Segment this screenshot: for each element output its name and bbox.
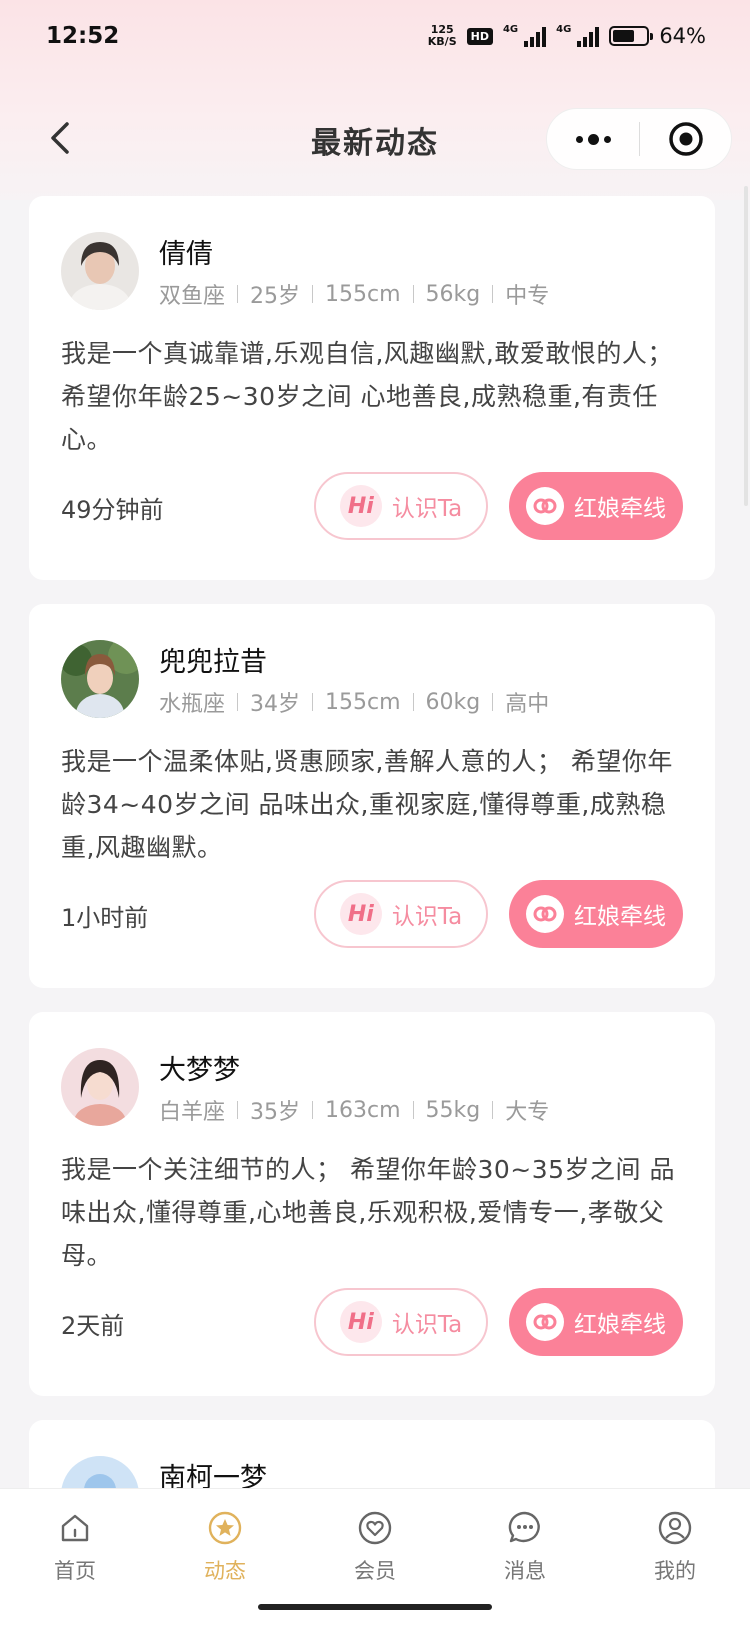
- network-type-2: 4G: [556, 24, 572, 35]
- tab-profile[interactable]: 我的: [620, 1509, 730, 1585]
- weight: 55kg: [425, 1097, 481, 1123]
- network-speed: 125 KB/S: [427, 23, 457, 48]
- weight: 60kg: [425, 689, 481, 715]
- post-card[interactable]: 兜兜拉昔 水瓶座 34岁 155cm 60kg 高中 我是一个温柔体贴,贤惠顾家…: [29, 604, 715, 988]
- tab-label: 动态: [204, 1559, 246, 1583]
- education: 大专: [505, 1100, 550, 1125]
- user-name[interactable]: 大梦梦: [159, 1048, 240, 1087]
- home-indicator[interactable]: [258, 1604, 492, 1610]
- meet-button[interactable]: Hi 认识Ta: [314, 1288, 488, 1356]
- feed-list: 倩倩 双鱼座 25岁 155cm 56kg 中专 我是一个真诚靠谱,乐观自信,风…: [29, 196, 715, 1625]
- meet-button[interactable]: Hi 认识Ta: [314, 472, 488, 540]
- nav-bar: 最新动态: [0, 100, 750, 180]
- hi-icon: Hi: [339, 1301, 382, 1343]
- education: 中专: [505, 284, 550, 309]
- post-time: 2天前: [61, 1312, 125, 1340]
- more-dot-icon: [575, 135, 583, 143]
- hd-badge: HD: [466, 27, 493, 45]
- tab-feed[interactable]: 动态: [170, 1509, 280, 1585]
- tab-label: 首页: [54, 1559, 96, 1583]
- meet-button-label: 认识Ta: [391, 1312, 463, 1338]
- hi-icon: Hi: [339, 485, 382, 527]
- tab-messages[interactable]: 消息: [470, 1509, 580, 1585]
- matchmaker-button[interactable]: 红娘牵线: [509, 880, 683, 948]
- meet-button-label: 认识Ta: [391, 904, 463, 930]
- more-button[interactable]: [547, 133, 639, 145]
- post-card[interactable]: 大梦梦 白羊座 35岁 163cm 55kg 大专 我是一个关注细节的人； 希望…: [29, 1012, 715, 1396]
- tab-home[interactable]: 首页: [20, 1509, 130, 1585]
- chat-bubble-icon: [506, 1509, 544, 1547]
- post-time: 1小时前: [61, 904, 149, 932]
- post-bio: 我是一个关注细节的人； 希望你年龄30~35岁之间 品味出众,懂得尊重,心地善良…: [61, 1155, 675, 1270]
- matchmaker-button-label: 红娘牵线: [574, 904, 666, 930]
- user-name[interactable]: 倩倩: [159, 232, 213, 271]
- close-button[interactable]: [640, 121, 731, 157]
- user-profile-icon: [656, 1509, 694, 1547]
- mini-program-capsule: [546, 108, 732, 170]
- avatar[interactable]: [61, 232, 139, 310]
- height: 155cm: [325, 281, 401, 307]
- home-icon: [56, 1509, 94, 1547]
- user-meta: 双鱼座 25岁 155cm 56kg 中专: [159, 278, 549, 310]
- member-heart-icon: [356, 1509, 394, 1547]
- meet-button-label: 认识Ta: [391, 496, 463, 522]
- user-meta: 水瓶座 34岁 155cm 60kg 高中: [159, 686, 549, 718]
- link-rings-icon: [526, 487, 564, 525]
- tab-label: 消息: [504, 1559, 546, 1583]
- scrollbar[interactable]: [744, 186, 748, 506]
- zodiac: 水瓶座: [159, 692, 226, 717]
- network-type-1: 4G: [502, 24, 519, 35]
- matchmaker-button-label: 红娘牵线: [574, 1312, 666, 1338]
- more-dot-icon: [603, 135, 611, 143]
- height: 163cm: [325, 1097, 401, 1123]
- status-bar: 12:52 125 KB/S HD 4G 4G 64%: [0, 0, 750, 72]
- tab-label: 会员: [354, 1559, 396, 1583]
- age: 25岁: [250, 284, 301, 309]
- post-time: 49分钟前: [61, 496, 164, 524]
- matchmaker-button-label: 红娘牵线: [574, 496, 666, 522]
- meet-button[interactable]: Hi 认识Ta: [314, 880, 488, 948]
- battery-percent: 64%: [659, 24, 706, 48]
- target-close-icon: [668, 122, 703, 156]
- avatar[interactable]: [61, 1048, 139, 1126]
- zodiac: 白羊座: [159, 1100, 226, 1125]
- weight: 56kg: [425, 281, 481, 307]
- hi-icon: Hi: [339, 893, 382, 935]
- user-meta: 白羊座 35岁 163cm 55kg 大专: [159, 1094, 549, 1126]
- matchmaker-button[interactable]: 红娘牵线: [509, 1288, 683, 1356]
- more-dot-icon: [587, 133, 599, 145]
- tab-member[interactable]: 会员: [320, 1509, 430, 1585]
- tab-label: 我的: [654, 1559, 696, 1583]
- height: 155cm: [325, 689, 401, 715]
- status-time: 12:52: [46, 23, 120, 49]
- battery-icon: [609, 26, 654, 46]
- post-bio: 我是一个温柔体贴,贤惠顾家,善解人意的人； 希望你年龄34~40岁之间 品味出众…: [61, 747, 673, 862]
- post-card[interactable]: 倩倩 双鱼座 25岁 155cm 56kg 中专 我是一个真诚靠谱,乐观自信,风…: [29, 196, 715, 580]
- status-indicators: 125 KB/S HD 4G 4G 64%: [427, 23, 706, 49]
- user-name[interactable]: 兜兜拉昔: [159, 640, 267, 679]
- signal-icon-2: [577, 25, 600, 47]
- age: 35岁: [250, 1100, 301, 1125]
- age: 34岁: [250, 692, 301, 717]
- matchmaker-button[interactable]: 红娘牵线: [509, 472, 683, 540]
- battery-fill: [613, 30, 634, 42]
- link-rings-icon: [526, 1303, 564, 1341]
- avatar[interactable]: [61, 640, 139, 718]
- signal-icon: [524, 25, 547, 47]
- feed-star-icon: [206, 1509, 244, 1547]
- link-rings-icon: [526, 895, 564, 933]
- zodiac: 双鱼座: [159, 284, 226, 309]
- post-bio: 我是一个真诚靠谱,乐观自信,风趣幽默,敢爱敢恨的人； 希望你年龄25~30岁之间…: [61, 339, 673, 454]
- education: 高中: [505, 692, 550, 717]
